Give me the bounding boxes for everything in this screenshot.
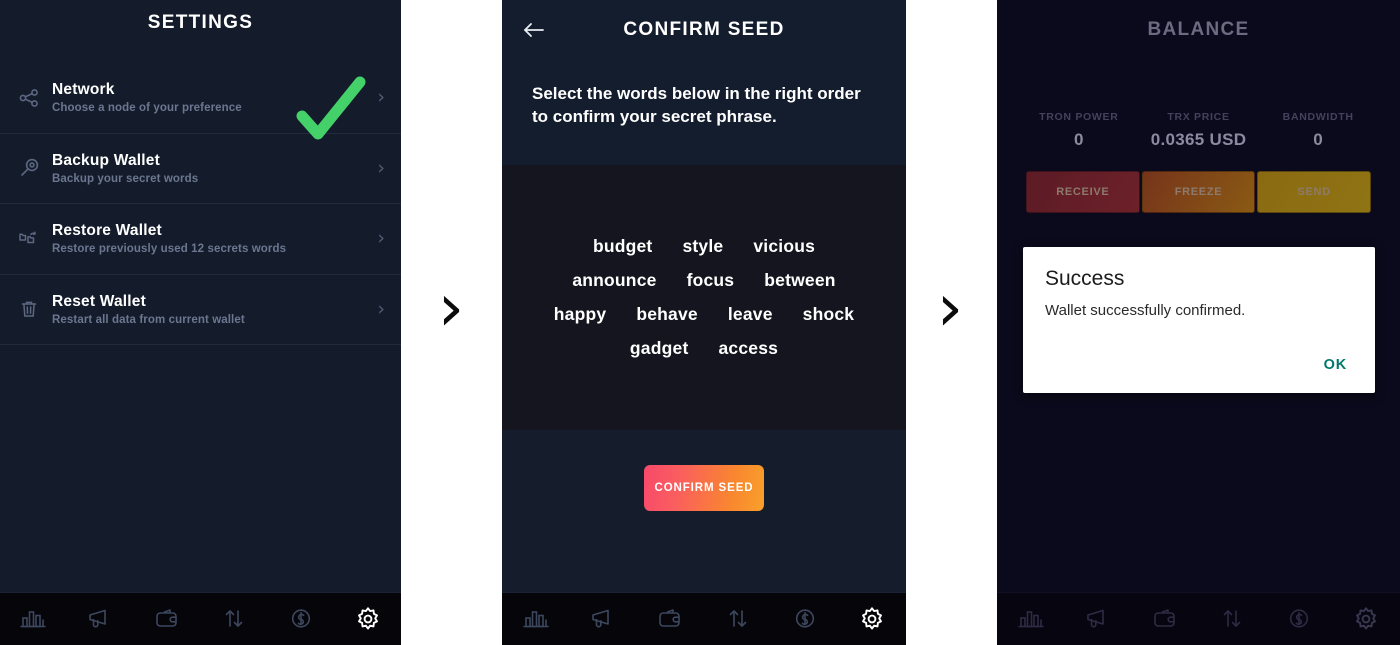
seed-word[interactable]: behave xyxy=(636,304,698,325)
send-button[interactable]: SEND xyxy=(1257,171,1372,213)
dialog-actions: OK xyxy=(1314,351,1357,379)
chevron-right-icon: › xyxy=(377,156,385,179)
seed-word[interactable]: focus xyxy=(687,270,735,291)
settings-row-subtitle: Backup your secret words xyxy=(52,172,199,185)
gear-icon[interactable] xyxy=(1333,605,1400,633)
page-title: CONFIRM SEED xyxy=(623,19,785,40)
receive-button[interactable]: RECEIVE xyxy=(1026,171,1140,213)
seed-word[interactable]: shock xyxy=(803,304,855,325)
stat-trx-price: TRX PRICE 0.0365 USD xyxy=(1139,111,1259,150)
dollar-circle-icon[interactable] xyxy=(267,606,334,632)
bottom-nav xyxy=(997,592,1400,645)
settings-row-text: Restore Wallet Restore previously used 1… xyxy=(48,222,377,255)
chevron-right-icon: › xyxy=(377,86,385,109)
stat-value: 0 xyxy=(1073,130,1084,149)
dollar-circle-icon[interactable] xyxy=(1266,606,1333,632)
freeze-button[interactable]: FREEZE xyxy=(1141,171,1256,213)
seed-word[interactable]: leave xyxy=(728,304,773,325)
flow-arrow-1-icon: › xyxy=(437,269,465,346)
flow-arrow-2-icon: › xyxy=(936,269,964,346)
chevron-right-icon: › xyxy=(377,227,385,250)
confirm-seed-button[interactable]: CONFIRM SEED xyxy=(644,465,764,511)
stat-tron-power: TRON POWER 0 xyxy=(1019,111,1139,150)
sidebar-item-restore-wallet[interactable]: Restore Wallet Restore previously used 1… xyxy=(0,204,401,275)
gear-icon[interactable] xyxy=(334,605,401,633)
seed-word[interactable]: happy xyxy=(554,304,607,325)
settings-row-text: Backup Wallet Backup your secret words xyxy=(48,152,377,185)
sidebar-item-network[interactable]: Network Choose a node of your preference… xyxy=(0,63,401,134)
stat-value: 0 xyxy=(1313,130,1324,149)
page-title: SETTINGS xyxy=(147,12,254,33)
trash-icon xyxy=(10,297,48,321)
settings-row-title: Reset Wallet xyxy=(52,292,146,310)
dollar-circle-icon[interactable] xyxy=(771,606,838,632)
seed-word-grid: budget style vicious announce focus betw… xyxy=(502,165,906,430)
dialog-ok-button[interactable]: OK xyxy=(1314,351,1357,379)
sidebar-item-backup-wallet[interactable]: Backup Wallet Backup your secret words › xyxy=(0,134,401,204)
stat-label: TRON POWER xyxy=(1039,111,1119,123)
back-arrow-icon[interactable] xyxy=(520,17,548,43)
settings-row-subtitle: Restart all data from current wallet xyxy=(52,313,245,326)
bar-chart-icon[interactable] xyxy=(997,606,1064,632)
bottom-nav xyxy=(0,592,401,645)
stat-label: BANDWIDTH xyxy=(1282,111,1354,123)
dialog-message: Wallet successfully confirmed. xyxy=(1045,302,1246,319)
balance-actions: RECEIVE FREEZE SEND xyxy=(1026,171,1372,213)
stat-bandwidth: BANDWIDTH 0 xyxy=(1258,111,1378,150)
bar-chart-icon[interactable] xyxy=(0,606,67,632)
confirm-seed-screen: CONFIRM SEED Select the words below in t… xyxy=(502,0,906,645)
stat-label: TRX PRICE xyxy=(1167,111,1230,123)
gear-icon[interactable] xyxy=(839,605,906,633)
settings-row-title: Backup Wallet xyxy=(52,151,160,169)
seed-word[interactable]: style xyxy=(682,236,723,257)
bar-chart-icon[interactable] xyxy=(502,606,569,632)
seed-word[interactable]: budget xyxy=(593,236,653,257)
settings-screen: SETTINGS Network Choose a node of your p… xyxy=(0,0,401,645)
settings-row-text: Network Choose a node of your preference xyxy=(48,81,377,114)
seed-word-row: gadget access xyxy=(526,338,882,359)
wallet-icon[interactable] xyxy=(1131,606,1198,632)
seed-word[interactable]: announce xyxy=(572,270,656,291)
wallet-icon[interactable] xyxy=(134,606,201,632)
seed-instruction: Select the words below in the right orde… xyxy=(532,84,861,126)
settings-list: Network Choose a node of your preference… xyxy=(0,63,401,345)
success-dialog: Success Wallet successfully confirmed. O… xyxy=(1023,247,1375,393)
seed-word[interactable]: access xyxy=(718,338,778,359)
balance-stats: TRON POWER 0 TRX PRICE 0.0365 USD BANDWI… xyxy=(997,111,1400,150)
bottom-nav xyxy=(502,592,906,645)
wallet-icon[interactable] xyxy=(637,606,704,632)
seed-word[interactable]: between xyxy=(764,270,835,291)
transfer-arrows-icon[interactable] xyxy=(704,606,771,632)
three-screen-flow: SETTINGS Network Choose a node of your p… xyxy=(0,0,1400,645)
key-icon xyxy=(10,156,48,180)
dialog-title: Success xyxy=(1045,267,1125,290)
settings-row-subtitle: Restore previously used 12 secrets words xyxy=(52,243,287,256)
settings-row-title: Restore Wallet xyxy=(52,222,162,240)
transfer-arrows-icon[interactable] xyxy=(1199,606,1266,632)
settings-row-subtitle: Choose a node of your preference xyxy=(52,102,242,115)
seed-word-row: budget style vicious xyxy=(526,236,882,257)
chevron-right-icon: › xyxy=(377,297,385,320)
settings-row-text: Reset Wallet Restart all data from curre… xyxy=(48,293,377,326)
transfer-arrows-icon[interactable] xyxy=(200,606,267,632)
settings-row-title: Network xyxy=(52,81,115,99)
page-title: BALANCE xyxy=(1147,19,1250,40)
share-node-icon xyxy=(10,86,48,110)
seed-footer: CONFIRM SEED xyxy=(502,430,906,511)
balance-screen: BALANCE TRON POWER 0 TRX PRICE 0.0365 US… xyxy=(997,0,1400,645)
seed-word[interactable]: gadget xyxy=(630,338,689,359)
seed-header: CONFIRM SEED Select the words below in t… xyxy=(502,0,906,165)
megaphone-icon[interactable] xyxy=(1064,606,1131,632)
seed-word-row: announce focus between xyxy=(526,270,882,291)
megaphone-icon[interactable] xyxy=(67,606,134,632)
restore-folders-icon xyxy=(10,227,48,251)
megaphone-icon[interactable] xyxy=(569,606,636,632)
seed-word-row: happy behave leave shock xyxy=(526,304,882,325)
stat-value: 0.0365 USD xyxy=(1150,130,1247,149)
seed-word[interactable]: vicious xyxy=(753,236,815,257)
sidebar-item-reset-wallet[interactable]: Reset Wallet Restart all data from curre… xyxy=(0,275,401,345)
